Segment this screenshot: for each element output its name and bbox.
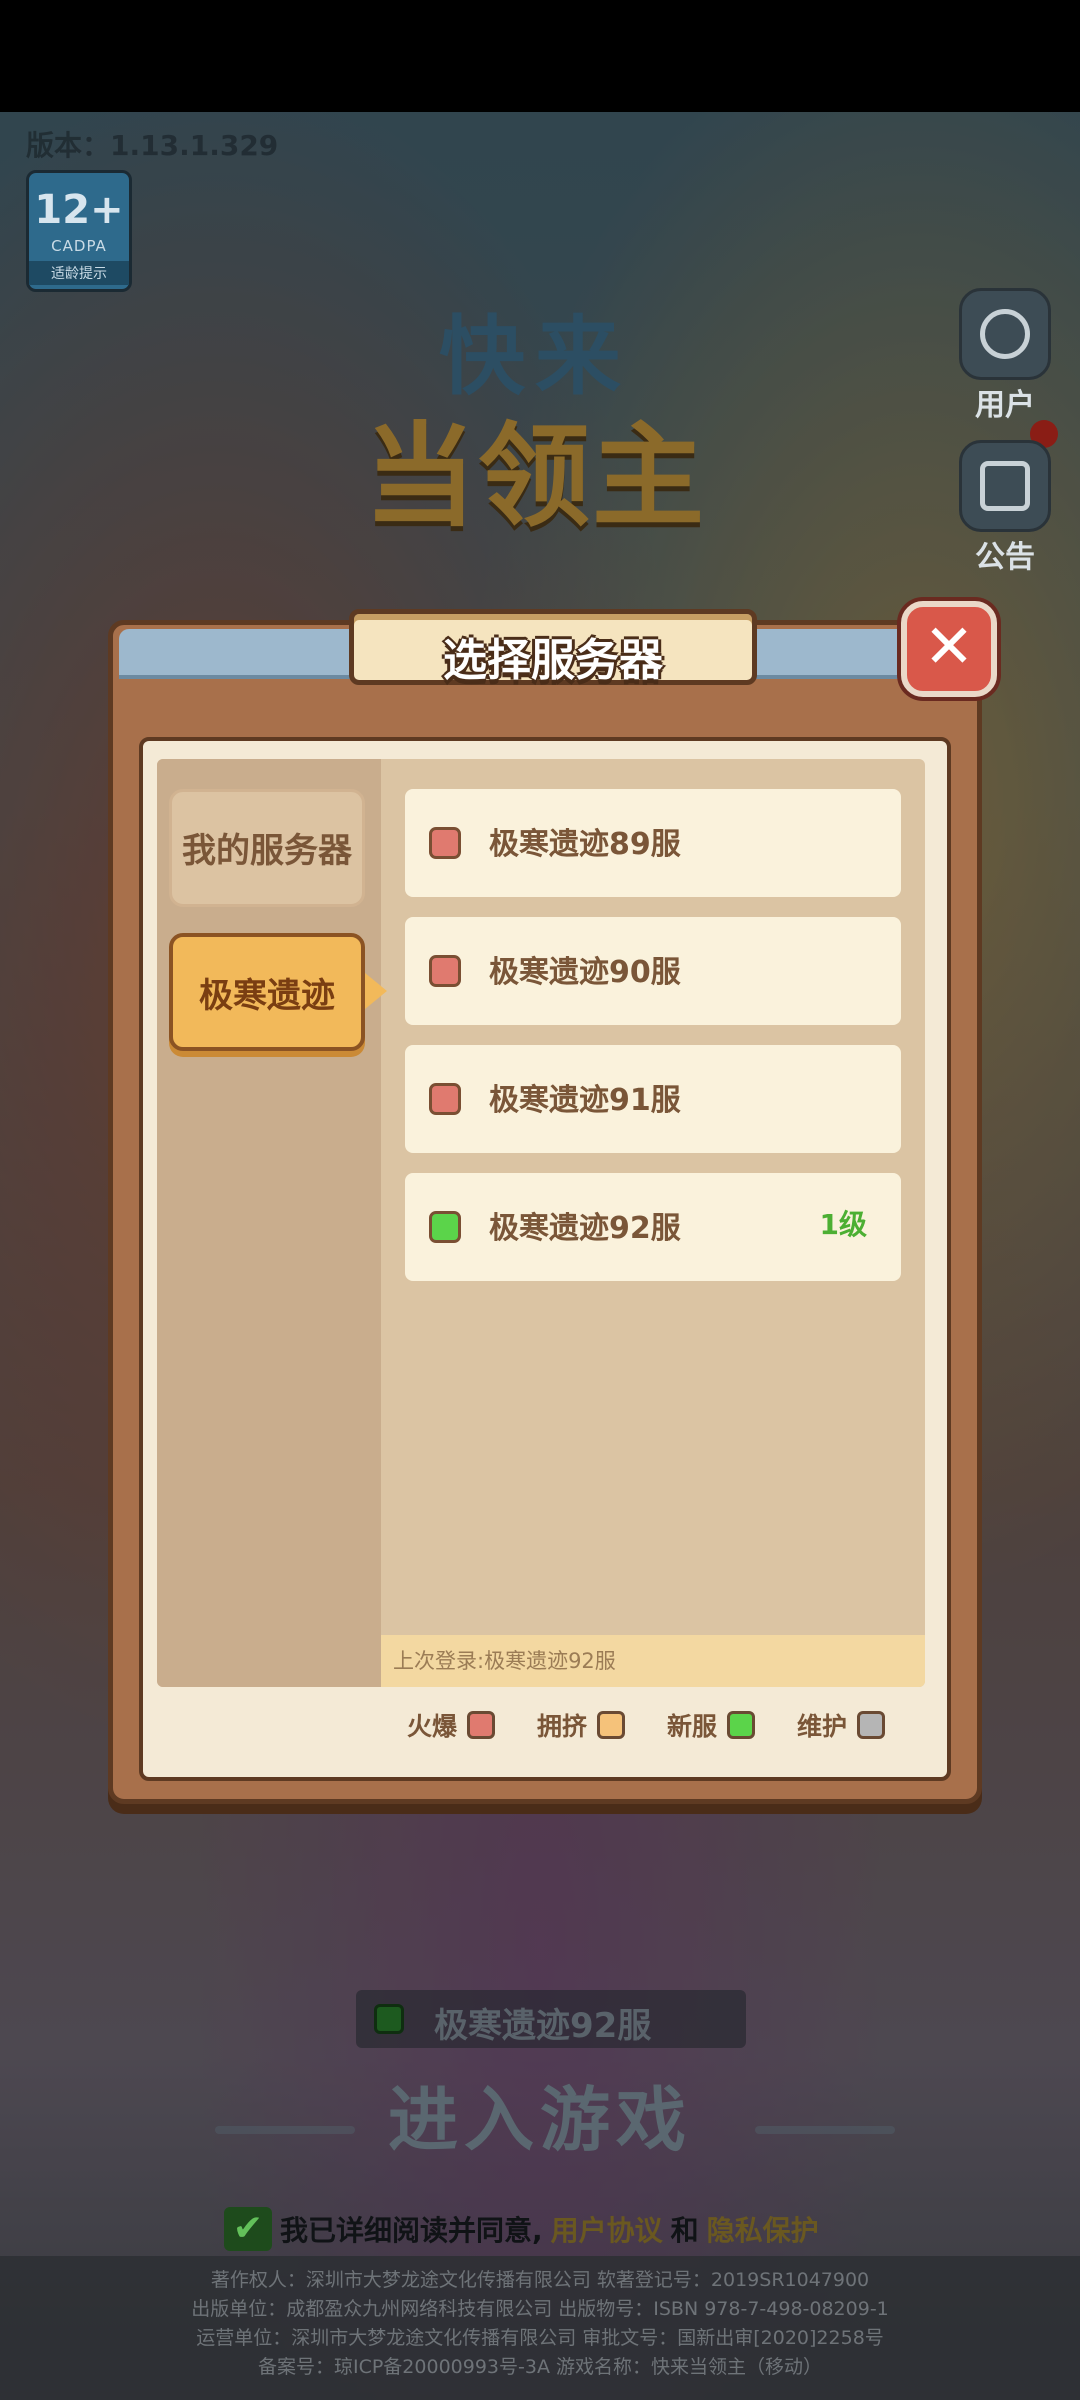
legend-swatch <box>467 1711 496 1739</box>
user-agreement-link[interactable]: 用户协议 <box>551 2209 663 2249</box>
footer-line-2: 出版单位：成都盈众九州网络科技有限公司 出版物号：ISBN 978-7-498-… <box>191 2298 889 2320</box>
legend-label: 拥挤 <box>537 1712 588 1741</box>
legend-item: 新服 <box>667 1707 756 1743</box>
privacy-policy-link[interactable]: 隐私保护 <box>707 2209 819 2249</box>
agreement-prefix: 我已详细阅读并同意, <box>280 2214 543 2247</box>
server-row[interactable]: 极寒遗迹91服 <box>405 1045 901 1153</box>
server-row[interactable]: 极寒遗迹90服 <box>405 917 901 1025</box>
selected-server-bar[interactable]: 极寒遗迹92服 <box>356 1990 746 2048</box>
status-bar <box>0 0 1080 112</box>
server-level: 1级 <box>819 1208 867 1241</box>
server-row[interactable]: 极寒遗迹92服 1级 <box>405 1173 901 1281</box>
legend-item: 拥挤 <box>537 1707 626 1743</box>
agreement-checkbox[interactable]: ✔ <box>224 2207 272 2251</box>
legend-label: 新服 <box>667 1712 718 1741</box>
age-rating-badge: 12+ CADPA 适龄提示 <box>26 170 132 292</box>
notice-button-label: 公告 <box>975 540 1035 575</box>
agreement-row: ✔ 我已详细阅读并同意, 用户协议 和 隐私保护 <box>224 2204 819 2254</box>
server-status-icon <box>429 955 461 987</box>
user-icon <box>959 288 1051 380</box>
server-name: 极寒遗迹92服 <box>489 1211 681 1246</box>
footer-line-1: 著作权人：深圳市大梦龙途文化传播有限公司 软著登记号：2019SR1047900 <box>210 2269 870 2291</box>
category-frost-ruins[interactable]: 极寒遗迹 <box>169 933 365 1051</box>
dialog-frost-left <box>119 629 359 679</box>
active-category-arrow <box>365 973 387 1009</box>
server-select-dialog: 选择服务器 ✕ 我的服务器 极寒遗迹 极寒遗迹89服 极寒遗迹90服 极寒遗迹9… <box>108 601 997 1804</box>
server-status-icon <box>429 1083 461 1115</box>
legal-footer: 著作权人：深圳市大梦龙途文化传播有限公司 软著登记号：2019SR1047900… <box>0 2256 1080 2400</box>
server-panel: 我的服务器 极寒遗迹 极寒遗迹89服 极寒遗迹90服 极寒遗迹91服 极寒遗迹9… <box>157 759 925 1687</box>
logo-line-2: 当领主 <box>364 411 706 542</box>
enter-game-button[interactable]: 进入游戏 <box>210 2064 870 2161</box>
age-rating-value: 12+ <box>34 187 124 233</box>
dialog-inner-frame: 我的服务器 极寒遗迹 极寒遗迹89服 极寒遗迹90服 极寒遗迹91服 极寒遗迹9… <box>139 737 951 1781</box>
server-status-icon <box>429 1211 461 1243</box>
server-status-icon <box>429 827 461 859</box>
dialog-title-banner: 选择服务器 <box>349 609 757 686</box>
last-login-text: 上次登录:极寒遗迹92服 <box>381 1635 925 1687</box>
server-status-icon <box>374 2004 404 2034</box>
footer-line-4: 备案号：琼ICP备20000993号-3A 游戏名称：快来当领主（移动） <box>257 2356 823 2378</box>
version-label: 版本：1.13.1.329 <box>26 129 279 162</box>
legend-label: 维护 <box>797 1712 848 1741</box>
category-column: 我的服务器 极寒遗迹 <box>157 759 387 1687</box>
legend-label: 火爆 <box>407 1712 458 1741</box>
game-logo: 快来 当领主 <box>300 290 770 542</box>
divider-right <box>755 2126 895 2134</box>
user-button-label: 用户 <box>975 388 1035 423</box>
category-my-servers[interactable]: 我的服务器 <box>169 789 365 907</box>
status-legend: 火爆 拥挤 新服 维护 <box>407 1703 927 1747</box>
close-icon[interactable]: ✕ <box>901 601 997 697</box>
legend-item: 火爆 <box>407 1707 496 1743</box>
legend-item: 维护 <box>797 1707 886 1743</box>
legend-swatch <box>727 1711 756 1739</box>
agreement-and: 和 <box>670 2214 699 2247</box>
footer-line-3: 运营单位：深圳市大梦龙途文化传播有限公司 审批文号：国新出审[2020]2258… <box>196 2327 884 2349</box>
age-rating-org: CADPA <box>51 237 107 255</box>
server-row[interactable]: 极寒遗迹89服 <box>405 789 901 897</box>
legend-swatch <box>857 1711 886 1739</box>
legend-swatch <box>597 1711 626 1739</box>
dialog-title: 选择服务器 <box>443 635 663 686</box>
notice-button[interactable]: 公告 <box>950 440 1060 576</box>
user-button[interactable]: 用户 <box>950 288 1060 424</box>
server-name: 极寒遗迹91服 <box>489 1083 681 1118</box>
server-name: 极寒遗迹90服 <box>489 955 681 990</box>
server-name: 极寒遗迹89服 <box>489 827 681 862</box>
selected-server-name: 极寒遗迹92服 <box>434 2006 652 2046</box>
notice-icon <box>959 440 1051 532</box>
age-rating-tip: 适龄提示 <box>29 261 129 285</box>
